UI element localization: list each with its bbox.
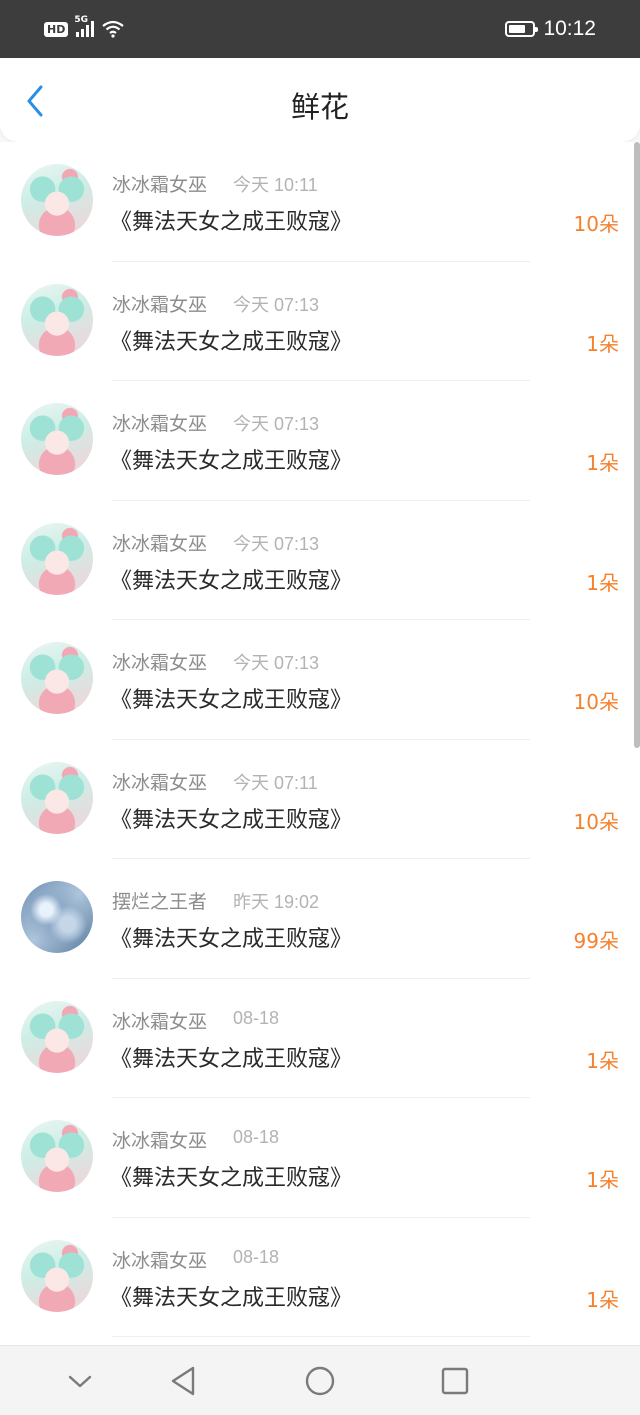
book-title[interactable]: 《舞法天女之成王败寇》 xyxy=(110,204,352,236)
book-title[interactable]: 《舞法天女之成王败寇》 xyxy=(110,682,352,714)
timestamp: 今天 07:13 xyxy=(233,414,320,434)
avatar[interactable] xyxy=(21,1120,93,1192)
avatar[interactable] xyxy=(21,164,93,236)
book-title[interactable]: 《舞法天女之成王败寇》 xyxy=(110,802,352,834)
list-item[interactable]: 冰冰霜女巫 08-18 《舞法天女之成王败寇》 1朵 xyxy=(0,1098,640,1218)
app-header: 鲜花 xyxy=(0,58,640,142)
nav-hide-button[interactable] xyxy=(63,1364,97,1398)
timestamp: 今天 07:13 xyxy=(233,533,320,554)
sender-name[interactable]: 冰冰霜女巫 xyxy=(112,170,207,197)
status-left: HD 5G xyxy=(44,15,125,38)
avatar[interactable] xyxy=(21,522,93,595)
nav-back-button[interactable] xyxy=(166,1364,200,1398)
list-item[interactable]: 冰冰霜女巫 今天 07:13 《舞法天女之成王败寇》 1朵 xyxy=(0,381,640,501)
system-navbar xyxy=(0,1345,640,1415)
flower-count: 1朵 xyxy=(586,1287,619,1312)
chevron-down-icon xyxy=(68,1375,92,1388)
flower-list[interactable]: 冰冰霜女巫 今天 10:11 《舞法天女之成王败寇》 10朵 冰冰霜女巫 今天 07:13… xyxy=(0,142,640,1345)
list-item[interactable]: 冰冰霜女巫 今天 07:11 《舞法天女之成王败寇》 10朵 xyxy=(0,740,640,859)
list-item[interactable]: 冰冰霜女巫 今天 07:13 《舞法天女之成王败寇》 1朵 xyxy=(0,501,640,620)
nav-home-button[interactable] xyxy=(303,1364,337,1398)
sender-name[interactable]: 冰冰霜女巫 xyxy=(112,290,207,317)
timestamp: 08-18 xyxy=(233,1127,280,1147)
cellular-signal-icon: 5G xyxy=(74,15,95,37)
sender-name[interactable]: 冰冰霜女巫 xyxy=(112,1007,207,1034)
flower-count: 1朵 xyxy=(586,570,619,595)
timestamp: 昨天 19:02 xyxy=(233,892,320,912)
sender-name[interactable]: 冰冰霜女巫 xyxy=(112,409,207,436)
book-title[interactable]: 《舞法天女之成王败寇》 xyxy=(110,324,352,356)
sender-name[interactable]: 摆烂之王者 xyxy=(112,887,207,914)
list-item[interactable]: 摆烂之王者 昨天 19:02 《舞法天女之成王败寇》 99朵 xyxy=(0,859,640,979)
network-type: 5G xyxy=(74,15,88,25)
book-title[interactable]: 《舞法天女之成王败寇》 xyxy=(110,443,352,475)
nav-recents-button[interactable] xyxy=(438,1364,472,1398)
avatar[interactable] xyxy=(21,403,93,475)
list-item[interactable]: 冰冰霜女巫 08-18 《舞法天女之成王败寇》 1朵 xyxy=(0,1218,640,1337)
sender-name[interactable]: 冰冰霜女巫 xyxy=(112,1126,207,1153)
timestamp: 今天 10:11 xyxy=(233,175,318,195)
avatar[interactable] xyxy=(21,283,93,356)
list-item[interactable]: 冰冰霜女巫 08-18 《舞法天女之成王败寇》 1朵 xyxy=(0,979,640,1098)
hd-badge: HD xyxy=(44,21,69,37)
book-title[interactable]: 《舞法天女之成王败寇》 xyxy=(110,563,352,595)
flower-count: 10朵 xyxy=(573,212,619,236)
battery-icon xyxy=(505,21,539,37)
avatar[interactable] xyxy=(21,761,93,834)
recents-square-icon xyxy=(441,1367,469,1395)
timestamp: 08-18 xyxy=(233,1007,280,1028)
book-title[interactable]: 《舞法天女之成王败寇》 xyxy=(110,1160,352,1192)
sender-name[interactable]: 冰冰霜女巫 xyxy=(112,1246,207,1273)
flower-count: 10朵 xyxy=(573,809,619,834)
avatar[interactable] xyxy=(21,881,93,953)
page-title: 鲜花 xyxy=(290,90,349,124)
avatar[interactable] xyxy=(21,1239,93,1312)
flower-count: 1朵 xyxy=(586,331,619,356)
flower-count: 10朵 xyxy=(573,690,619,714)
flower-count: 99朵 xyxy=(573,929,619,953)
clock: 10:12 xyxy=(543,17,596,40)
sender-name[interactable]: 冰冰霜女巫 xyxy=(112,529,207,556)
status-right: 10:12 xyxy=(505,17,596,41)
list-item[interactable]: 冰冰霜女巫 今天 07:13 《舞法天女之成王败寇》 1朵 xyxy=(0,262,640,381)
timestamp: 今天 07:13 xyxy=(233,653,320,673)
divider xyxy=(112,1336,530,1337)
list-item[interactable]: 冰冰霜女巫 今天 10:11 《舞法天女之成王败寇》 10朵 xyxy=(0,142,640,262)
sender-name[interactable]: 冰冰霜女巫 xyxy=(112,648,207,675)
timestamp: 08-18 xyxy=(233,1246,280,1267)
book-title[interactable]: 《舞法天女之成王败寇》 xyxy=(110,1280,352,1312)
flower-count: 1朵 xyxy=(586,1048,619,1073)
sender-name[interactable]: 冰冰霜女巫 xyxy=(112,768,207,795)
timestamp: 今天 07:11 xyxy=(233,772,318,793)
status-bar: HD 5G 10:12 xyxy=(0,0,640,58)
book-title[interactable]: 《舞法天女之成王败寇》 xyxy=(110,1041,352,1073)
book-title[interactable]: 《舞法天女之成王败寇》 xyxy=(110,921,352,953)
avatar[interactable] xyxy=(21,1000,93,1073)
home-circle-icon xyxy=(305,1366,335,1396)
timestamp: 今天 07:13 xyxy=(233,294,320,315)
wifi-icon xyxy=(102,20,125,38)
flower-count: 1朵 xyxy=(586,1168,619,1192)
flower-count: 1朵 xyxy=(586,451,619,475)
avatar[interactable] xyxy=(21,642,93,714)
back-triangle-icon xyxy=(171,1366,195,1396)
list-item[interactable]: 冰冰霜女巫 今天 07:13 《舞法天女之成王败寇》 10朵 xyxy=(0,620,640,740)
scrollbar[interactable] xyxy=(634,142,640,748)
